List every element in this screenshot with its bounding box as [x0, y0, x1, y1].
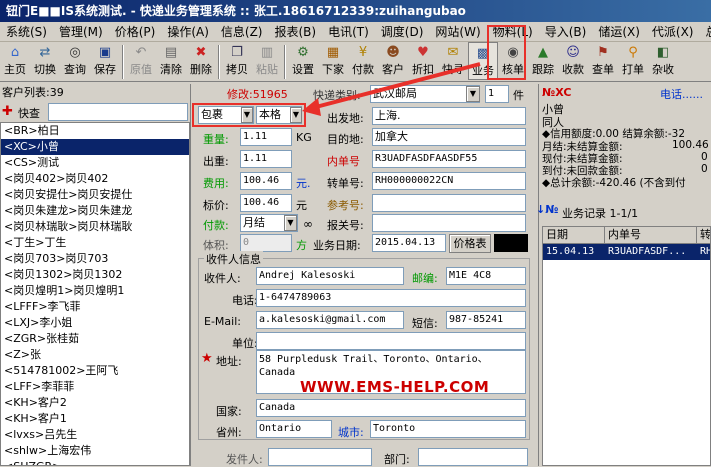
annotation-arrow: [0, 0, 711, 466]
business-button-highlight: [487, 25, 526, 80]
arrow-shaft: [312, 64, 480, 108]
arrow-head: [302, 98, 321, 116]
